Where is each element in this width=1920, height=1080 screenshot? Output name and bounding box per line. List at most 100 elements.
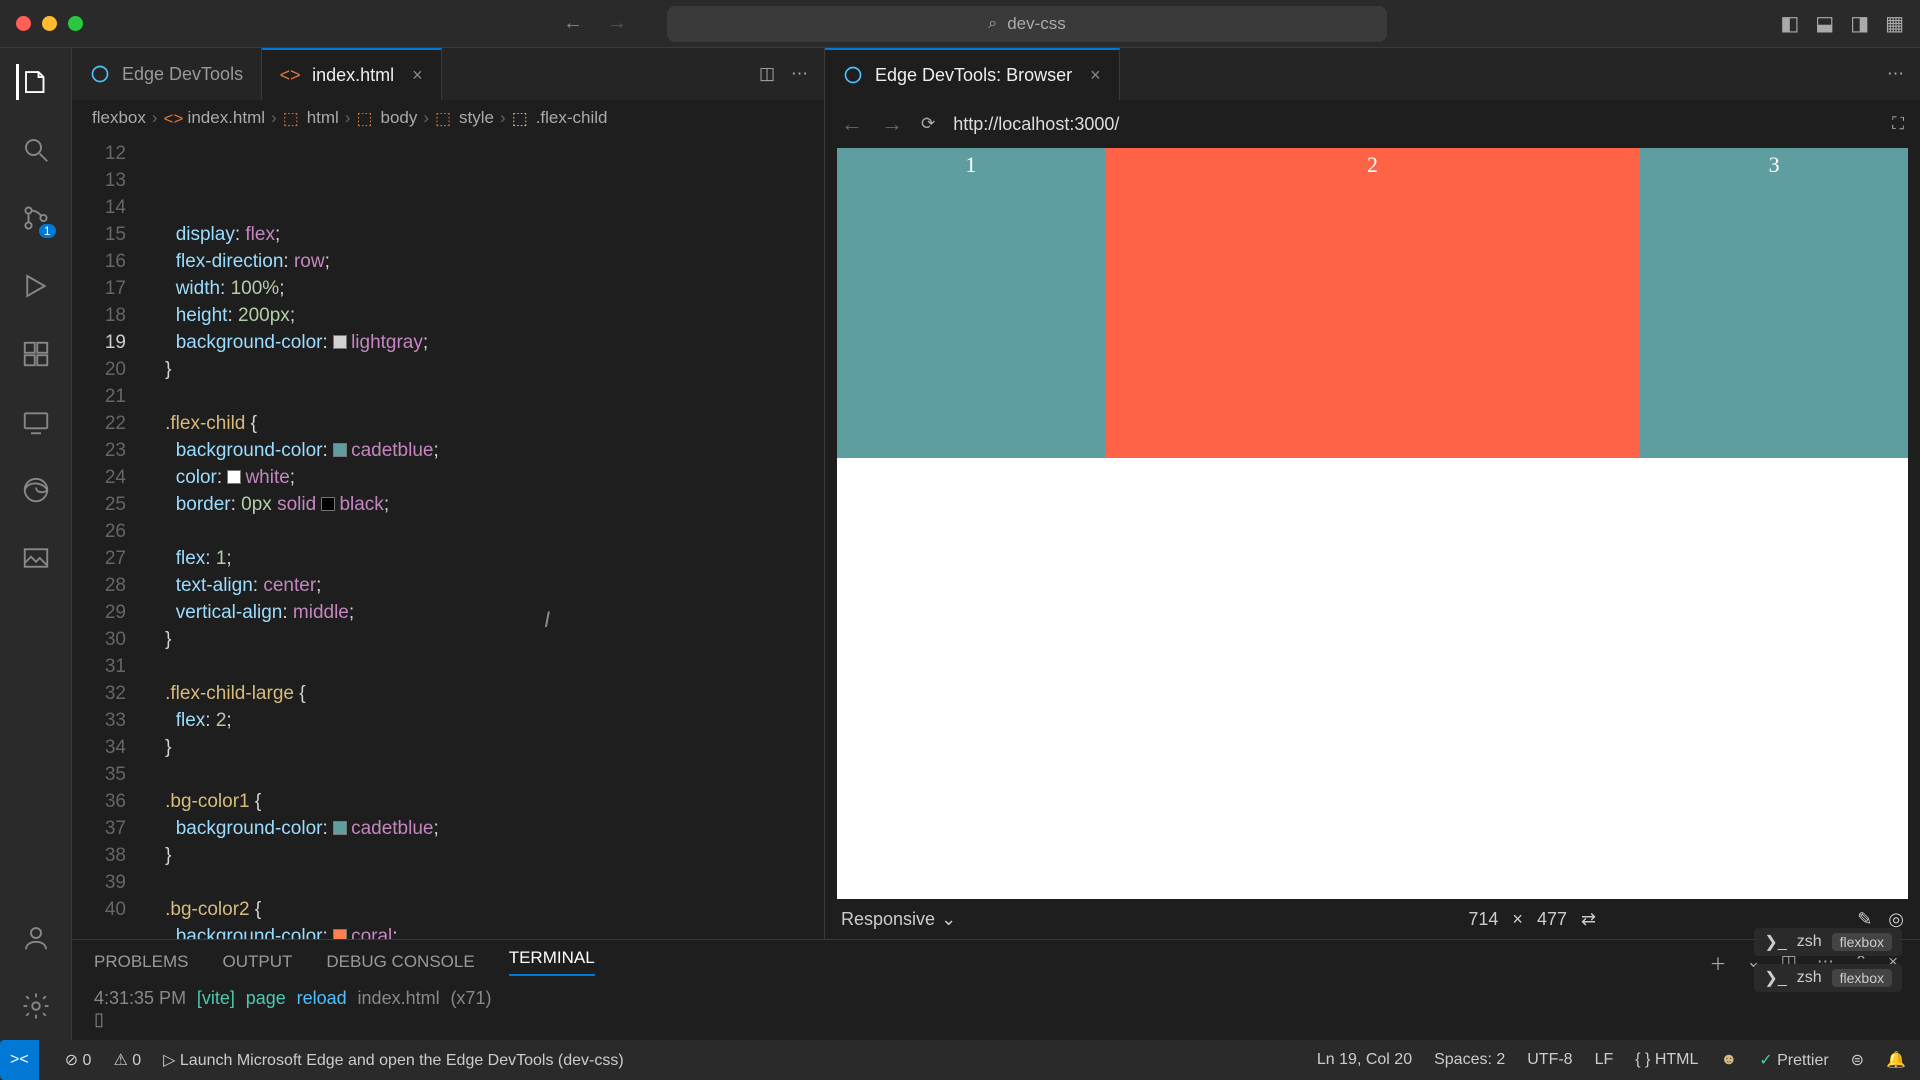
source-control-icon[interactable]: 1: [18, 200, 54, 236]
breadcrumb-item[interactable]: index.html: [188, 108, 265, 128]
flex-container: 1 2 3: [837, 148, 1908, 458]
terminal-output[interactable]: 4:31:35 PM [vite] page reload index.html…: [72, 984, 1920, 1040]
feedback-icon[interactable]: ⊜: [1851, 1050, 1864, 1070]
customize-layout-icon[interactable]: ▦: [1885, 11, 1904, 36]
errors-count[interactable]: ⊘ 0: [65, 1050, 92, 1070]
maximize-window-icon[interactable]: [68, 16, 83, 31]
terminal-item[interactable]: ❯_ zsh flexbox: [1754, 964, 1902, 992]
tab-bar: Edge DevTools <> index.html × ◫ ⋯ Edge D…: [72, 48, 1920, 100]
breadcrumb-item[interactable]: body: [381, 108, 418, 128]
forward-icon[interactable]: →: [607, 12, 627, 35]
target-icon[interactable]: ◎: [1888, 909, 1904, 930]
reload-icon[interactable]: ⟳: [921, 114, 935, 134]
encoding[interactable]: UTF-8: [1527, 1051, 1572, 1069]
chevron-down-icon: ⌄: [941, 909, 956, 930]
cursor-position[interactable]: Ln 19, Col 20: [1317, 1051, 1412, 1069]
terminal-item[interactable]: ❯_ zsh flexbox: [1754, 928, 1902, 956]
wand-icon[interactable]: ✎: [1857, 909, 1872, 930]
edge-icon: [90, 64, 110, 84]
breadcrumb-item[interactable]: .flex-child: [536, 108, 608, 128]
accounts-icon[interactable]: [18, 920, 54, 956]
url-input[interactable]: http://localhost:3000/: [953, 114, 1874, 135]
flex-child-1: 1: [837, 148, 1105, 458]
panel-tab-output[interactable]: OUTPUT: [222, 952, 292, 972]
new-terminal-icon[interactable]: ＋: [1710, 950, 1727, 975]
titlebar: ← → ⌕ dev-css ◧ ⬓ ◨ ▦: [0, 0, 1920, 48]
panel-bottom-icon[interactable]: ⬓: [1815, 11, 1834, 36]
code-editor-pane: flexbox› <> index.html› ⬚ html› ⬚ body› …: [72, 100, 825, 939]
css-icon: ⬚: [512, 109, 530, 127]
tab-label: Edge DevTools: [122, 64, 243, 85]
split-editor-icon[interactable]: ◫: [759, 64, 775, 84]
status-bar: >< ⊘ 0 ⚠ 0 ▷ Launch Microsoft Edge and o…: [0, 1040, 1920, 1080]
warnings-count[interactable]: ⚠ 0: [113, 1050, 141, 1070]
inspect-icon[interactable]: ⛶: [1892, 114, 1904, 134]
rotate-icon[interactable]: ⇄: [1581, 909, 1596, 930]
browser-viewport[interactable]: 1 2 3: [837, 148, 1908, 899]
panel-tab-problems[interactable]: PROBLEMS: [94, 952, 188, 972]
history-nav: ← →: [563, 12, 627, 35]
activity-bar: 1: [0, 48, 72, 1040]
flex-child-2: 2: [1105, 148, 1641, 458]
minimize-window-icon[interactable]: [42, 16, 57, 31]
panel-right-icon[interactable]: ◨: [1850, 11, 1869, 36]
viewport-width[interactable]: 714: [1468, 909, 1498, 930]
breadcrumb[interactable]: flexbox› <> index.html› ⬚ html› ⬚ body› …: [72, 100, 824, 136]
remote-icon[interactable]: [18, 404, 54, 440]
close-icon[interactable]: ×: [1090, 65, 1101, 86]
search-icon[interactable]: [18, 132, 54, 168]
prettier-status[interactable]: ✓ Prettier: [1759, 1050, 1828, 1070]
breadcrumb-item[interactable]: style: [459, 108, 494, 128]
layout-controls: ◧ ⬓ ◨ ▦: [1780, 11, 1904, 36]
image-icon[interactable]: [18, 540, 54, 576]
text-cursor-icon: [544, 606, 550, 635]
more-icon[interactable]: ⋯: [1887, 64, 1904, 84]
terminal-icon: ❯_: [1764, 968, 1786, 988]
browser-toolbar: ← → ⟳ http://localhost:3000/ ⛶: [825, 100, 1920, 148]
browser-pane: ← → ⟳ http://localhost:3000/ ⛶ 1 2 3 Res…: [825, 100, 1920, 939]
more-icon[interactable]: ⋯: [791, 64, 808, 84]
flex-child-3: 3: [1640, 148, 1908, 458]
eol[interactable]: LF: [1595, 1051, 1614, 1069]
responsive-dropdown[interactable]: Responsive ⌄: [841, 909, 956, 930]
panel-left-icon[interactable]: ◧: [1780, 11, 1799, 36]
scm-badge: 1: [39, 224, 56, 238]
command-center[interactable]: ⌕ dev-css: [667, 6, 1387, 42]
search-icon: ⌕: [988, 15, 997, 33]
indentation[interactable]: Spaces: 2: [1434, 1051, 1505, 1069]
close-icon[interactable]: ×: [412, 65, 423, 86]
edge-icon[interactable]: [18, 472, 54, 508]
window-controls: [16, 16, 83, 31]
explorer-icon[interactable]: [16, 64, 52, 100]
language-mode[interactable]: { } HTML: [1635, 1051, 1698, 1069]
tab-browser[interactable]: Edge DevTools: Browser ×: [825, 48, 1120, 100]
run-debug-icon[interactable]: [18, 268, 54, 304]
viewport-height[interactable]: 477: [1537, 909, 1567, 930]
close-window-icon[interactable]: [16, 16, 31, 31]
back-icon[interactable]: ←: [841, 111, 863, 137]
line-gutter: 1213141516171819202122232425262728293031…: [72, 136, 144, 939]
tag-icon: ⬚: [435, 109, 453, 127]
back-icon[interactable]: ←: [563, 12, 583, 35]
settings-gear-icon[interactable]: [18, 988, 54, 1024]
panel-tab-terminal[interactable]: TERMINAL: [509, 948, 595, 976]
tag-icon: ⬚: [283, 109, 301, 127]
tab-edge-devtools[interactable]: Edge DevTools: [72, 48, 262, 100]
notifications-icon[interactable]: 🔔: [1886, 1050, 1906, 1070]
remote-indicator[interactable]: ><: [0, 1040, 39, 1080]
tag-icon: ⬚: [357, 109, 375, 127]
launch-edge-hint[interactable]: ▷ Launch Microsoft Edge and open the Edg…: [163, 1050, 624, 1070]
edge-icon: [843, 65, 863, 85]
times-icon: ×: [1512, 909, 1523, 930]
breadcrumb-item[interactable]: html: [307, 108, 339, 128]
bottom-panel: PROBLEMS OUTPUT DEBUG CONSOLE TERMINAL ＋…: [72, 939, 1920, 1040]
terminal-icon: ❯_: [1764, 932, 1786, 952]
workspace-label: dev-css: [1007, 14, 1066, 34]
copilot-icon[interactable]: ☻: [1720, 1051, 1737, 1069]
forward-icon[interactable]: →: [881, 111, 903, 137]
breadcrumb-item[interactable]: flexbox: [92, 108, 146, 128]
panel-tab-debug[interactable]: DEBUG CONSOLE: [326, 952, 474, 972]
tab-index-html[interactable]: <> index.html ×: [262, 48, 442, 100]
code-content[interactable]: display: flex; flex-direction: row; widt…: [144, 136, 824, 939]
extensions-icon[interactable]: [18, 336, 54, 372]
